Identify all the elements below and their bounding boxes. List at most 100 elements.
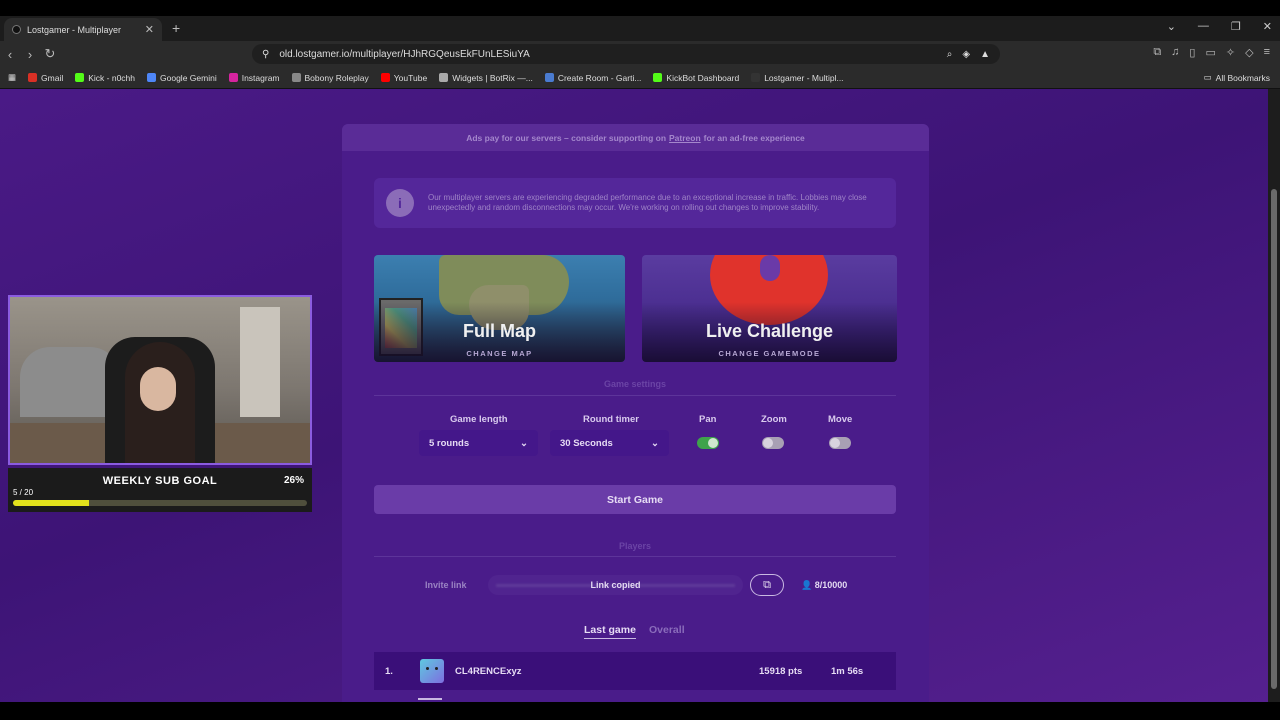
window-controls: ⌄ — ❐ ✕ — [1167, 20, 1272, 33]
patreon-link[interactable]: Patreon — [669, 133, 701, 143]
bookmark-kickbot[interactable]: KickBot Dashboard — [653, 73, 739, 83]
kickbot-icon — [653, 73, 663, 82]
server-notice: i Our multiplayer servers are experienci… — [374, 178, 896, 228]
room-icon — [544, 73, 554, 82]
bookmark-gmail[interactable]: Gmail — [28, 73, 63, 83]
move-toggle[interactable] — [829, 437, 851, 449]
forward-arrow-icon[interactable]: › — [20, 47, 40, 62]
sidebar-icon[interactable]: ▯ — [1189, 46, 1195, 59]
restore-icon[interactable]: ❐ — [1231, 20, 1241, 33]
link-copied-text: Link copied — [590, 580, 641, 590]
extensions-icon[interactable]: ⧉ — [1153, 46, 1161, 59]
player-time: 1m 56s — [831, 665, 864, 677]
tab-title: Lostgamer - Multiplayer — [27, 24, 122, 35]
player-count: 👤 8/10000 — [801, 580, 848, 590]
rank: 1. — [385, 665, 393, 677]
url-text: old.lostgamer.io/multiplayer/HJhRGQeusEk… — [279, 48, 530, 60]
botrix-icon — [439, 73, 449, 82]
kick-icon — [75, 73, 85, 82]
gamemode-title: Live Challenge — [705, 321, 834, 341]
close-window-icon[interactable]: ✕ — [1263, 20, 1272, 33]
lostgamer-favicon-icon — [12, 25, 21, 34]
browser-tab[interactable]: Lostgamer - Multiplayer ✕ — [4, 18, 162, 41]
change-map-label: CHANGE MAP — [466, 349, 533, 358]
copy-icon: ⧉ — [763, 578, 771, 591]
settings-divider — [374, 395, 896, 396]
zoom-icon[interactable]: ⌕ — [947, 49, 953, 60]
sub-goal-fill — [13, 500, 90, 506]
vpn-icon[interactable]: ◇ — [1245, 46, 1253, 59]
bookmark-kick[interactable]: Kick - n0chh — [75, 73, 135, 83]
tab-overall[interactable]: Overall — [649, 624, 685, 636]
sub-goal-percent: 26% — [283, 475, 304, 486]
bookmark-lostgamer[interactable]: Lostgamer - Multipl... — [751, 73, 844, 83]
player-name: CL4RENCExyz — [455, 665, 522, 677]
scrollbar[interactable] — [1268, 89, 1280, 702]
gmail-icon — [28, 73, 38, 82]
pan-toggle[interactable] — [697, 437, 719, 449]
start-game-button[interactable]: Start Game — [374, 485, 896, 514]
lostgamer-icon — [751, 73, 761, 82]
ad-banner: Ads pay for our servers – consider suppo… — [342, 124, 929, 151]
minimize-icon[interactable]: — — [1198, 20, 1209, 33]
zoom-label: Zoom — [761, 414, 787, 425]
sub-goal-bar — [13, 500, 307, 506]
game-length-select[interactable]: 5 rounds ⌄ — [419, 430, 538, 456]
new-tab-button[interactable]: + — [172, 20, 180, 36]
sub-goal-label: WEEKLY SUB GOAL — [102, 475, 218, 487]
round-timer-label: Round timer — [583, 414, 639, 425]
notice-text: Our multiplayer servers are experiencing… — [428, 193, 867, 212]
bookmarks-bar: ▦ Gmail Kick - n0chh Google Gemini Insta… — [0, 67, 1280, 89]
site-info-icon[interactable]: ⚲ — [262, 49, 269, 60]
instagram-icon — [228, 73, 238, 82]
pan-label: Pan — [699, 414, 717, 425]
folder-icon: ▭ — [1203, 72, 1212, 82]
reload-icon[interactable]: ↻ — [40, 46, 60, 62]
menu-icon[interactable]: ≡ — [1264, 46, 1270, 59]
settings-header: Game settings — [603, 379, 667, 389]
map-title: Full Map — [463, 321, 536, 341]
bookmark-instagram[interactable]: Instagram — [228, 73, 280, 83]
rewards-icon[interactable]: ▲ — [980, 49, 990, 60]
game-length-label: Game length — [450, 414, 508, 425]
youtube-icon — [380, 73, 390, 82]
extension-icons: ⧉ ♫ ▯ ▭ ✧ ◇ ≡ — [1153, 46, 1270, 59]
all-bookmarks[interactable]: ▭ All Bookmarks — [1204, 72, 1270, 83]
round-timer-select[interactable]: 30 Seconds ⌄ — [550, 430, 669, 456]
brave-shield-icon[interactable]: ◈ — [962, 49, 970, 60]
chevron-down-icon: ⌄ — [520, 437, 528, 449]
bookmark-create-room[interactable]: Create Room - Garti... — [544, 73, 641, 83]
tab-bar: Lostgamer - Multiplayer ✕ + ⌄ — ❐ ✕ — [0, 16, 1280, 41]
tab-search-icon[interactable]: ⌄ — [1167, 20, 1176, 33]
media-icon[interactable]: ♫ — [1171, 46, 1179, 59]
browser-toolbar: ‹ › ↻ ⚲ old.lostgamer.io/multiplayer/HJh… — [0, 41, 1280, 67]
wallet-icon[interactable]: ▭ — [1205, 46, 1215, 59]
invite-link-field[interactable]: Link copied — [488, 575, 743, 595]
sub-goal-count: 5 / 20 — [13, 488, 34, 497]
close-tab-icon[interactable]: ✕ — [145, 23, 154, 36]
leo-ai-icon[interactable]: ✧ — [1226, 46, 1235, 59]
zoom-toggle[interactable] — [762, 437, 784, 449]
address-bar[interactable]: ⚲ old.lostgamer.io/multiplayer/HJhRGQeus… — [252, 44, 1000, 64]
chevron-down-icon: ⌄ — [651, 437, 659, 449]
leaderboard-row: 1. CL4RENCExyz 15918 pts 1m 56s — [374, 652, 896, 690]
bookmark-youtube[interactable]: YouTube — [380, 73, 427, 83]
apps-grid-icon[interactable]: ▦ — [8, 72, 16, 83]
back-arrow-icon[interactable]: ‹ — [0, 47, 20, 62]
players-divider — [374, 556, 896, 557]
gamemode-card[interactable]: Live Challenge CHANGE GAMEMODE — [642, 255, 897, 362]
copy-link-button[interactable]: ⧉ — [750, 574, 784, 596]
webcam-overlay — [8, 295, 312, 465]
info-icon: i — [386, 189, 414, 217]
bookmark-bobony[interactable]: Bobony Roleplay — [291, 73, 369, 83]
globe-icon — [291, 73, 301, 82]
avatar — [420, 659, 444, 683]
bookmark-botrix[interactable]: Widgets | BotRix —... — [439, 73, 533, 83]
map-card[interactable]: Full Map CHANGE MAP — [374, 255, 625, 362]
bookmark-gemini[interactable]: Google Gemini — [147, 73, 217, 83]
gemini-icon — [147, 73, 157, 82]
players-header: Players — [618, 541, 652, 551]
tab-last-game[interactable]: Last game — [584, 624, 636, 639]
move-label: Move — [828, 414, 853, 425]
sub-goal-widget: WEEKLY SUB GOAL 26% 5 / 20 — [8, 468, 312, 512]
